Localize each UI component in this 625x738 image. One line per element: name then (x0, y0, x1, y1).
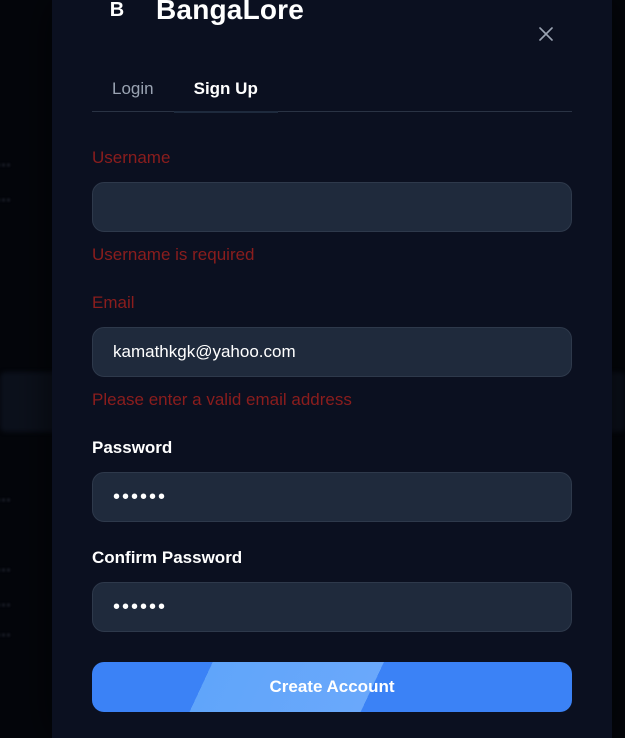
signup-modal: B BangaLore Login Sign Up Username Usern… (52, 0, 612, 738)
backdrop-text: ... (0, 590, 12, 610)
create-account-label: Create Account (269, 677, 395, 696)
backdrop-text: ... (0, 555, 12, 575)
username-label: Username (92, 148, 171, 167)
auth-tabs: Login Sign Up (92, 66, 572, 113)
brand-name: BangaLore (156, 0, 305, 25)
password-label: Password (92, 438, 173, 457)
backdrop-text: ... (0, 620, 12, 640)
close-button[interactable] (536, 24, 556, 44)
backdrop-text: ... (0, 185, 12, 205)
username-input[interactable] (92, 182, 572, 232)
username-error: Username is required (92, 245, 255, 264)
backdrop-text: ... (0, 485, 12, 505)
backdrop-text: ... (0, 150, 12, 170)
create-account-button[interactable]: Create Account (92, 662, 572, 712)
brand-logo-icon: B (109, 0, 125, 21)
email-error: Please enter a valid email address (92, 390, 352, 409)
brand: B BangaLore (106, 0, 304, 26)
confirm-password-label: Confirm Password (92, 548, 243, 567)
tab-signup[interactable]: Sign Up (173, 66, 279, 113)
email-input[interactable] (92, 327, 572, 377)
email-label: Email (92, 293, 135, 312)
tab-login[interactable]: Login (92, 66, 174, 112)
password-input[interactable] (92, 472, 572, 522)
close-icon (539, 27, 553, 41)
confirm-password-input[interactable] (92, 582, 572, 632)
